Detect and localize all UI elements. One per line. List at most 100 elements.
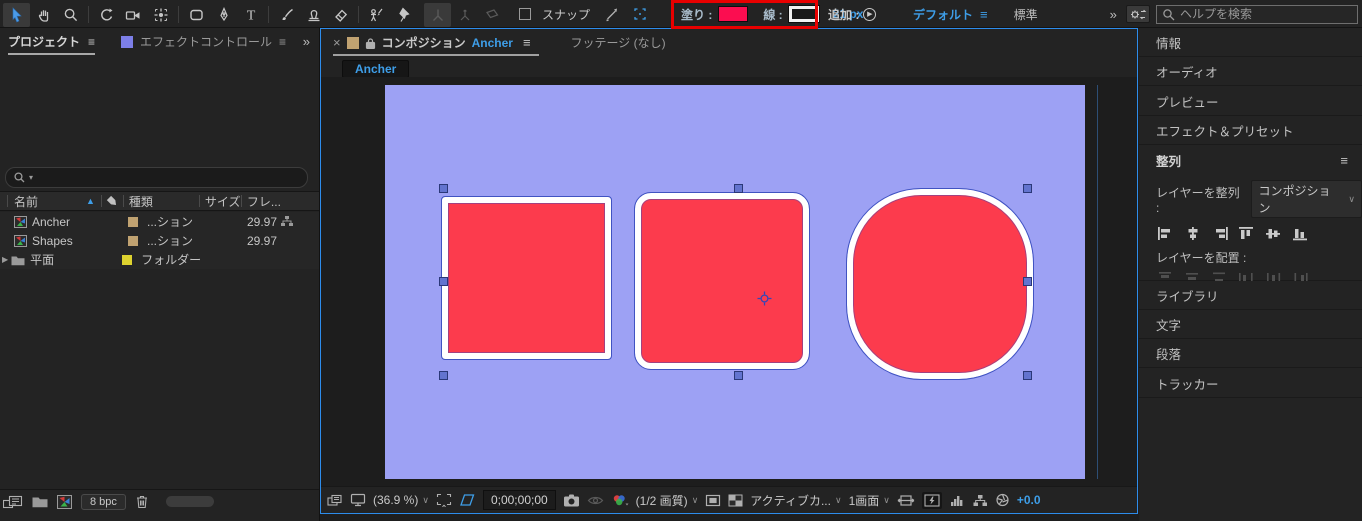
align-right-button[interactable]: [1211, 226, 1229, 241]
align-panel-menu-icon[interactable]: ≡: [1340, 153, 1348, 168]
selection-handle[interactable]: [734, 371, 743, 380]
magnification-dropdown[interactable]: (36.9 %) ∨: [373, 493, 429, 507]
flowchart-icon[interactable]: [972, 494, 988, 507]
snap-checkbox[interactable]: [519, 8, 531, 20]
histogram-icon[interactable]: [949, 494, 965, 507]
snapshot-camera-icon[interactable]: [563, 493, 580, 507]
selection-tool-button[interactable]: [3, 3, 30, 27]
shape-tool-button[interactable]: [183, 3, 210, 27]
align-horizontal-center-button[interactable]: [1184, 226, 1202, 241]
panel-character[interactable]: 文字: [1139, 310, 1362, 339]
roto-brush-tool-button[interactable]: [363, 3, 390, 27]
local-axis-mode-button[interactable]: [424, 3, 451, 27]
snap-along-edges-icon[interactable]: [604, 6, 620, 22]
panel-effects-presets[interactable]: エフェクト＆プリセット: [1139, 116, 1362, 145]
monitor-icon[interactable]: [350, 493, 366, 507]
hand-tool-button[interactable]: [30, 3, 57, 27]
selection-handle[interactable]: [439, 184, 448, 193]
camera-tool-button[interactable]: [120, 3, 147, 27]
comp-mini-tab-ancher[interactable]: Ancher: [342, 60, 410, 78]
workspace-default-tab[interactable]: デフォルト: [913, 6, 973, 23]
horizontal-scrollbar-thumb[interactable]: [165, 496, 214, 507]
selection-handle[interactable]: [1023, 371, 1032, 380]
column-fps[interactable]: フレ...: [247, 193, 281, 210]
anchor-point-icon[interactable]: [757, 291, 772, 306]
tab-project[interactable]: プロジェクト ≡: [8, 28, 96, 55]
zoom-tool-button[interactable]: [57, 3, 84, 27]
rotation-tool-button[interactable]: [93, 3, 120, 27]
workspace-overflow-icon[interactable]: »: [1110, 7, 1117, 22]
selection-handle[interactable]: [1023, 184, 1032, 193]
tab-footage[interactable]: フッテージ (なし): [571, 34, 666, 51]
selection-handle[interactable]: [439, 277, 448, 286]
workspace-menu-icon[interactable]: ≡: [980, 7, 988, 22]
align-vertical-center-button[interactable]: [1265, 226, 1283, 241]
fill-color-swatch[interactable]: [718, 6, 749, 22]
interpret-footage-icon[interactable]: [3, 495, 23, 509]
column-type[interactable]: 種類: [129, 193, 199, 210]
project-row-shapes[interactable]: Shapes ...ション 29.97: [0, 231, 319, 250]
selection-handle[interactable]: [439, 371, 448, 380]
project-row-ancher[interactable]: Ancher ...ション 29.97: [0, 212, 319, 231]
panel-align-header[interactable]: 整列 ≡: [1139, 146, 1362, 175]
puppet-pin-tool-button[interactable]: [390, 3, 417, 27]
world-axis-mode-button[interactable]: [451, 3, 478, 27]
exposure-aperture-icon[interactable]: [995, 493, 1010, 507]
always-preview-icon[interactable]: [327, 494, 343, 507]
resolution-dropdown[interactable]: (1/2 画質) ∨: [636, 492, 699, 509]
view-axis-mode-button[interactable]: [478, 3, 505, 27]
shape-rounded-square[interactable]: [634, 192, 810, 370]
panel-paragraph[interactable]: 段落: [1139, 339, 1362, 368]
column-size[interactable]: サイズ: [205, 193, 241, 210]
stroke-color-swatch[interactable]: [787, 5, 820, 23]
channels-rgb-icon[interactable]: [611, 494, 629, 507]
timecode-display[interactable]: 0;00;00;00: [482, 490, 556, 510]
align-to-dropdown[interactable]: コンポジション ∨: [1251, 180, 1362, 218]
composition-panel-menu-icon[interactable]: ≡: [523, 35, 531, 50]
view-dropdown[interactable]: アクティブカ... ∨: [750, 492, 841, 509]
tab-composition-ancher[interactable]: × コンポジション Ancher ≡: [333, 29, 539, 56]
transparency-grid-icon[interactable]: [728, 494, 743, 507]
column-name[interactable]: 名前: [14, 193, 86, 210]
lock-icon[interactable]: [365, 37, 376, 49]
clone-stamp-tool-button[interactable]: [300, 3, 327, 27]
item-label-swatch[interactable]: [128, 216, 138, 227]
selection-handle[interactable]: [734, 184, 743, 193]
exposure-value[interactable]: +0.0: [1017, 493, 1041, 507]
pixel-aspect-correction-icon[interactable]: [897, 494, 915, 507]
add-play-icon[interactable]: ▶: [863, 7, 877, 21]
help-search-input[interactable]: [1180, 7, 1340, 21]
eraser-tool-button[interactable]: [327, 3, 354, 27]
project-panel-menu-icon[interactable]: ≡: [88, 35, 95, 49]
type-tool-button[interactable]: T: [237, 3, 264, 27]
show-snapshot-eye-icon[interactable]: [587, 494, 604, 507]
workspace-standard-tab[interactable]: 標準: [1014, 6, 1038, 23]
selection-handle[interactable]: [1023, 277, 1032, 286]
composition-viewer[interactable]: [321, 77, 1137, 488]
project-row-solids-folder[interactable]: ▶ 平面 フォルダー: [0, 250, 319, 269]
sync-settings-icon[interactable]: [1126, 5, 1150, 23]
pen-tool-button[interactable]: [210, 3, 237, 27]
sort-ascending-icon[interactable]: ▲: [86, 196, 95, 206]
label-column-icon[interactable]: [106, 195, 119, 208]
panel-audio[interactable]: オーディオ: [1139, 57, 1362, 86]
help-search-field[interactable]: [1156, 4, 1358, 24]
align-bottom-button[interactable]: [1292, 226, 1310, 241]
brush-tool-button[interactable]: [273, 3, 300, 27]
item-label-swatch[interactable]: [122, 254, 133, 265]
target-region-icon[interactable]: [705, 494, 721, 507]
view-layout-dropdown[interactable]: 1画面 ∨: [849, 492, 890, 509]
trash-icon[interactable]: [135, 494, 149, 509]
safe-guides-icon[interactable]: [459, 493, 476, 507]
snap-to-feature-icon[interactable]: [632, 6, 648, 22]
shape-squircle[interactable]: [846, 188, 1034, 380]
panel-preview[interactable]: プレビュー: [1139, 87, 1362, 116]
twirl-icon[interactable]: ▶: [2, 255, 8, 264]
close-tab-icon[interactable]: ×: [333, 35, 341, 50]
pan-behind-tool-button[interactable]: [147, 3, 174, 27]
bit-depth-button[interactable]: 8 bpc: [81, 493, 126, 510]
project-search-box[interactable]: ▾: [5, 167, 308, 188]
region-of-interest-icon[interactable]: [436, 493, 452, 507]
shape-square[interactable]: [441, 196, 612, 360]
tab-effect-controls[interactable]: エフェクトコントロール ≡: [121, 33, 299, 50]
